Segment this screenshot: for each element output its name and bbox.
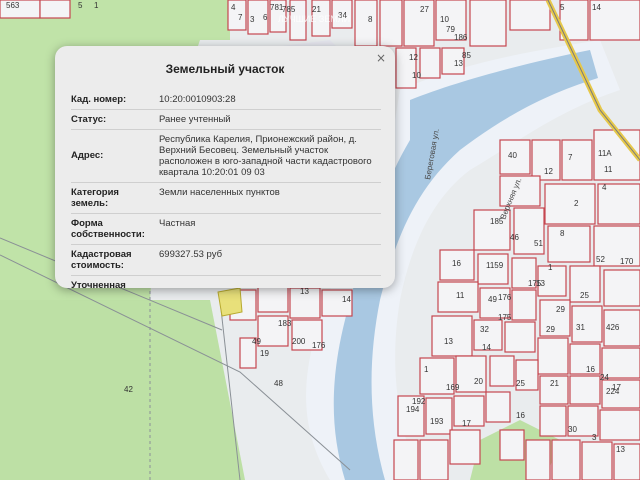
parcel-number-label: 29 xyxy=(546,325,555,334)
parcel-number-label: 16 xyxy=(516,411,525,420)
row-ownership: Форма собственности: Частная xyxy=(71,214,381,245)
parcel-number-label: 186 xyxy=(454,33,468,42)
parcel-number-label: 426 xyxy=(606,323,620,332)
parcel-number-label: 4 xyxy=(602,183,607,192)
parcel-number-label: 46 xyxy=(510,233,519,242)
parcel-number-label: 85 xyxy=(462,51,471,60)
parcel-number-label: 32 xyxy=(480,325,489,334)
row-refined: Уточненная xyxy=(71,276,381,288)
parcel-number-label: 19 xyxy=(260,349,269,358)
parcel-number-label: 194 xyxy=(406,405,420,414)
info-rows: Кад. номер: 10:20:0010903:28 Статус: Ран… xyxy=(71,90,381,288)
parcel-number-label: 11A xyxy=(598,149,612,158)
forest-area-south xyxy=(0,300,245,480)
row-cadastral-number: Кад. номер: 10:20:0010903:28 xyxy=(71,90,381,110)
parcel-number-label: 11 xyxy=(604,165,613,174)
popup-title: Земельный участок xyxy=(165,62,285,76)
parcel-number-label: 5 xyxy=(560,3,565,12)
parcel-number-label: 25 xyxy=(580,291,589,300)
parcel-number-label: 12 xyxy=(409,53,418,62)
parcel-number-label: 14 xyxy=(482,343,491,352)
parcel-number-label: 6 xyxy=(263,13,268,22)
parcel-number-label: 13 xyxy=(444,337,453,346)
row-label: Форма собственности: xyxy=(71,218,145,240)
parcel-number-label: 14 xyxy=(592,3,601,12)
row-label: Кадастровая стоимость: xyxy=(71,249,132,271)
parcel-number-label: 16 xyxy=(452,259,461,268)
parcel-number-label: 52 xyxy=(596,255,605,264)
row-label: Кад. номер: xyxy=(71,94,127,105)
selected-parcel[interactable] xyxy=(217,287,243,317)
parcel-number-label: 1159 xyxy=(486,261,504,270)
parcel-number-label: 31 xyxy=(576,323,585,332)
parcel-number-label: 183 xyxy=(278,319,292,328)
row-value: 10:20:0010903:28 xyxy=(159,94,236,105)
parcel-number-label: 1 xyxy=(548,263,553,272)
parcel-number-label: 2 xyxy=(574,199,579,208)
parcel-number-label: 20 xyxy=(474,377,483,386)
parcel-number-label: 40 xyxy=(508,151,517,160)
parcel-number-label: 224 xyxy=(606,387,620,396)
row-land-category: Категория земель: Земли населенных пункт… xyxy=(71,183,381,214)
row-label: Статус: xyxy=(71,114,107,125)
row-label: Уточненная xyxy=(71,280,126,288)
parcel-number-label: 49 xyxy=(488,295,497,304)
row-value: Ранее учтенный xyxy=(159,114,231,125)
parcel-number-label: 3 xyxy=(250,15,255,24)
parcel-number-label: 10 xyxy=(440,15,449,24)
parcel-number-label: 563 xyxy=(6,1,20,10)
parcel-number-label: 175 xyxy=(498,313,512,322)
parcel-number-label: 13 xyxy=(454,59,463,68)
parcel-number-label: 3 xyxy=(592,433,597,442)
parcel-number-label: 27 xyxy=(420,5,429,14)
parcel-number-label: 25 xyxy=(516,379,525,388)
parcel-info-popup: Земельный участок × Кад. номер: 10:20:00… xyxy=(55,46,395,288)
parcel-number-label: 42 xyxy=(124,385,133,394)
parcel-number-label: 30 xyxy=(568,425,577,434)
parcel-number-label: 49 xyxy=(252,337,261,346)
row-value: Земли населенных пунктов xyxy=(159,187,280,198)
watermark: ЛУЧШИЕ ЗЕМЛИ xyxy=(278,14,350,24)
parcel-number-label: 13 xyxy=(616,445,625,454)
row-status: Статус: Ранее учтенный xyxy=(71,110,381,130)
parcel-number-label: 170 xyxy=(620,257,634,266)
parcel-number-label: 48 xyxy=(274,379,283,388)
row-cadastral-value: Кадастровая стоимость: 699327.53 руб xyxy=(71,245,381,276)
row-value: Частная xyxy=(159,218,196,229)
parcel-number-label: 29 xyxy=(556,305,565,314)
row-value: Республика Карелия, Прионежский район, д… xyxy=(159,134,372,178)
parcel-number-label: 1 xyxy=(94,1,99,10)
row-value xyxy=(149,280,381,288)
parcel-number-label: 24 xyxy=(600,373,609,382)
parcel-number-label: 200 xyxy=(292,337,306,346)
parcel-number-label: 12 xyxy=(544,167,553,176)
parcel-number-label: 7 xyxy=(238,13,243,22)
row-label: Адрес: xyxy=(71,150,104,161)
parcel-number-label: 785 xyxy=(282,5,296,14)
parcel-number-label: 14 xyxy=(342,295,351,304)
parcel-number-label: 8 xyxy=(560,229,565,238)
parcel-number-label: 13 xyxy=(300,287,309,296)
parcel-number-label: 17 xyxy=(462,419,471,428)
close-icon[interactable]: × xyxy=(373,50,389,66)
parcel-number-label: 1 xyxy=(424,365,429,374)
parcel-number-label: 51 xyxy=(534,239,543,248)
parcel-number-label: 169 xyxy=(446,383,460,392)
parcel-number-label: 8 xyxy=(368,15,373,24)
row-address: Адрес: Республика Карелия, Прионежский р… xyxy=(71,130,381,183)
parcel-number-label: 10 xyxy=(412,71,421,80)
parcel-number-label: 176 xyxy=(312,341,326,350)
parcel-number-label: 4 xyxy=(231,3,236,12)
parcel-number-label: 193 xyxy=(430,417,444,426)
parcel-number-label: 11 xyxy=(456,291,465,300)
parcel-number-label: 7 xyxy=(568,153,573,162)
parcel-number-label: 175 xyxy=(528,279,542,288)
parcel-number-label: 176 xyxy=(498,293,512,302)
parcel-number-label: 16 xyxy=(586,365,595,374)
parcel-number-label: 21 xyxy=(312,5,321,14)
parcel-number-label: 5 xyxy=(78,1,83,10)
row-value: 699327.53 руб xyxy=(159,249,223,260)
parcel-number-label: 21 xyxy=(550,379,559,388)
row-label: Категория земель: xyxy=(71,187,119,209)
